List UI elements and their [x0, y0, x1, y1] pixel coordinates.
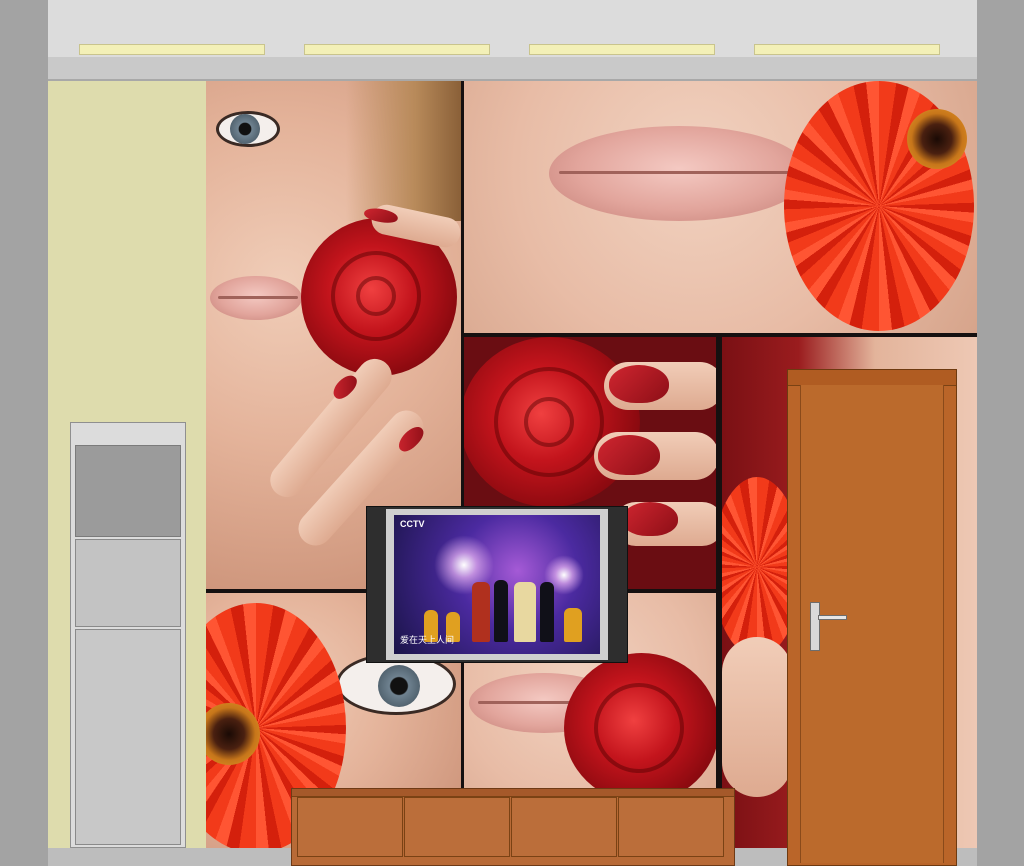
tv-stand-cabinet — [291, 788, 735, 866]
left-column — [0, 0, 48, 866]
rose-swirl — [356, 276, 396, 316]
gerbera-center — [907, 109, 967, 169]
ceiling-light — [529, 44, 715, 55]
stand-drawer — [511, 797, 617, 857]
door-handle-icon — [810, 602, 820, 651]
mural-panel-lips-gerbera — [464, 81, 977, 333]
cabinet-top-compartment — [75, 445, 181, 537]
tv-screen: CCTV 爱在天上人间 — [394, 515, 600, 654]
performer — [564, 608, 582, 642]
ceiling-light — [754, 44, 940, 55]
nail — [609, 365, 669, 403]
performer — [494, 580, 508, 642]
door-header — [788, 370, 956, 386]
rose-swirl — [594, 683, 684, 773]
stand-drawer — [618, 797, 724, 857]
performer — [514, 582, 536, 642]
door-panel — [800, 385, 944, 863]
tv-caption: 爱在天上人间 — [400, 635, 455, 645]
nail — [622, 502, 678, 536]
nail — [598, 435, 660, 475]
stand-drawer — [297, 797, 403, 857]
hand — [722, 637, 792, 797]
performer — [472, 582, 490, 642]
performer — [540, 582, 554, 642]
wall-mounted-tv: CCTV 爱在天上人间 — [366, 506, 628, 663]
cabinet-lower-door — [75, 629, 181, 845]
ceiling-light — [304, 44, 490, 55]
right-column — [977, 0, 1024, 866]
ceiling-light — [79, 44, 265, 55]
door-lever — [818, 615, 847, 620]
cornice — [48, 57, 977, 81]
tv-channel-logo: CCTV — [400, 519, 425, 529]
storage-cabinet — [70, 422, 186, 848]
ceiling — [48, 0, 977, 58]
stand-drawer — [404, 797, 510, 857]
tv-bezel: CCTV 爱在天上人间 — [386, 509, 608, 660]
stand-top — [292, 789, 734, 797]
iris — [230, 114, 260, 144]
iris — [378, 665, 420, 707]
cabinet-middle-door — [75, 539, 181, 627]
rose-swirl — [524, 397, 574, 447]
hair — [346, 81, 461, 221]
lip-line — [559, 171, 799, 174]
lip-line — [218, 296, 298, 299]
